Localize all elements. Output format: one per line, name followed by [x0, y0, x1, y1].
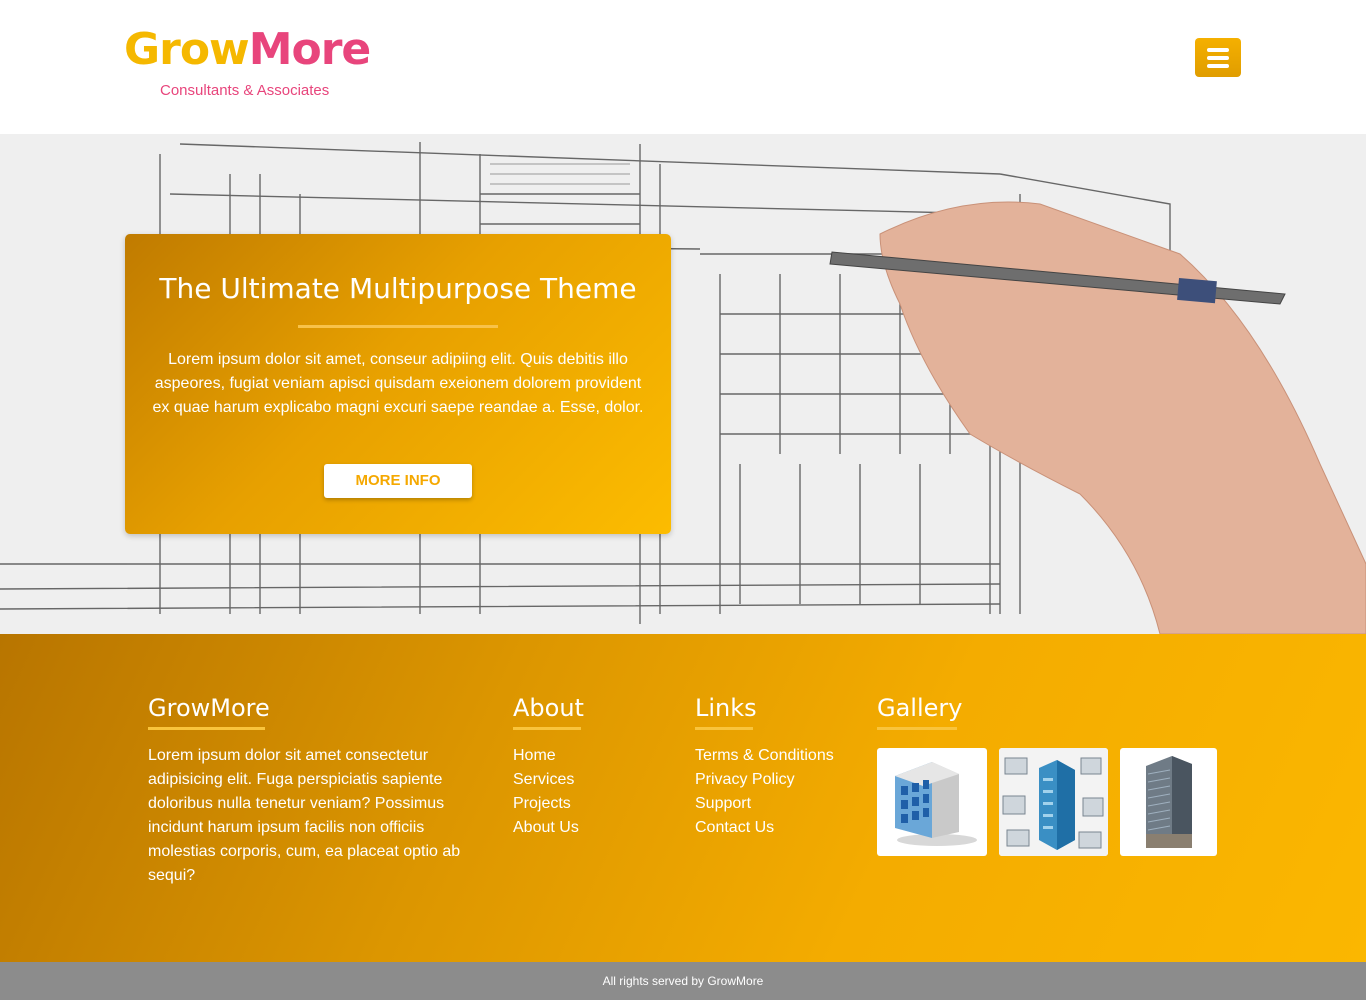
footer-link-contact[interactable]: Contact Us — [695, 816, 834, 840]
logo-grow: Grow — [124, 24, 250, 75]
footer-link-projects[interactable]: Projects — [513, 792, 584, 816]
tagline: Consultants & Associates — [160, 82, 330, 99]
footer-brand-title: GrowMore — [148, 694, 270, 722]
footer-link-services[interactable]: Services — [513, 768, 584, 792]
footer-link-privacy[interactable]: Privacy Policy — [695, 768, 834, 792]
footer-link-support[interactable]: Support — [695, 792, 834, 816]
footer-about-title: About — [513, 694, 584, 722]
gallery-image-tower[interactable] — [1120, 748, 1217, 856]
copyright-text: All rights served by GrowMore — [602, 974, 764, 988]
site-header: GrowMore Consultants & Associates — [0, 0, 1366, 134]
footer-gallery-title: Gallery — [877, 694, 963, 722]
more-info-button[interactable]: MORE INFO — [324, 464, 472, 498]
heading-underline — [877, 727, 957, 730]
menu-icon-bar — [1207, 63, 1229, 68]
logo[interactable]: GrowMore — [124, 24, 372, 76]
gallery-image-building-icon[interactable] — [877, 748, 987, 856]
hero-title: The Ultimate Multipurpose Theme — [159, 272, 637, 305]
hero-banner: The Ultimate Multipurpose Theme Lorem ip… — [0, 134, 1366, 634]
heading-underline — [695, 727, 753, 730]
footer-brand-text: Lorem ipsum dolor sit amet consectetur a… — [148, 747, 461, 884]
hero-card: The Ultimate Multipurpose Theme Lorem ip… — [125, 234, 671, 534]
hero-text: Lorem ipsum dolor sit amet, conseur adip… — [152, 351, 644, 416]
hamburger-menu-button[interactable] — [1195, 38, 1241, 77]
footer-gallery-column: Gallery — [877, 692, 962, 730]
footer-link-about-us[interactable]: About Us — [513, 816, 584, 840]
menu-icon-bar — [1207, 55, 1229, 60]
footer-brand-column: GrowMore Lorem ipsum dolor sit amet cons… — [148, 692, 478, 888]
menu-icon-bar — [1207, 47, 1229, 52]
logo-more: More — [248, 24, 372, 75]
heading-underline — [148, 727, 265, 730]
footer-links-column: Links Terms & Conditions Privacy Policy … — [695, 692, 834, 840]
footer-links-title: Links — [695, 694, 757, 722]
heading-underline — [513, 727, 581, 730]
copyright-bar: All rights served by GrowMore — [0, 962, 1366, 1000]
footer-link-terms[interactable]: Terms & Conditions — [695, 744, 834, 768]
site-footer: GrowMore Lorem ipsum dolor sit amet cons… — [0, 634, 1366, 962]
hero-divider — [298, 325, 498, 328]
gallery-image-isometric-office[interactable] — [999, 748, 1108, 856]
footer-link-home[interactable]: Home — [513, 744, 584, 768]
footer-about-column: About Home Services Projects About Us — [513, 692, 584, 840]
